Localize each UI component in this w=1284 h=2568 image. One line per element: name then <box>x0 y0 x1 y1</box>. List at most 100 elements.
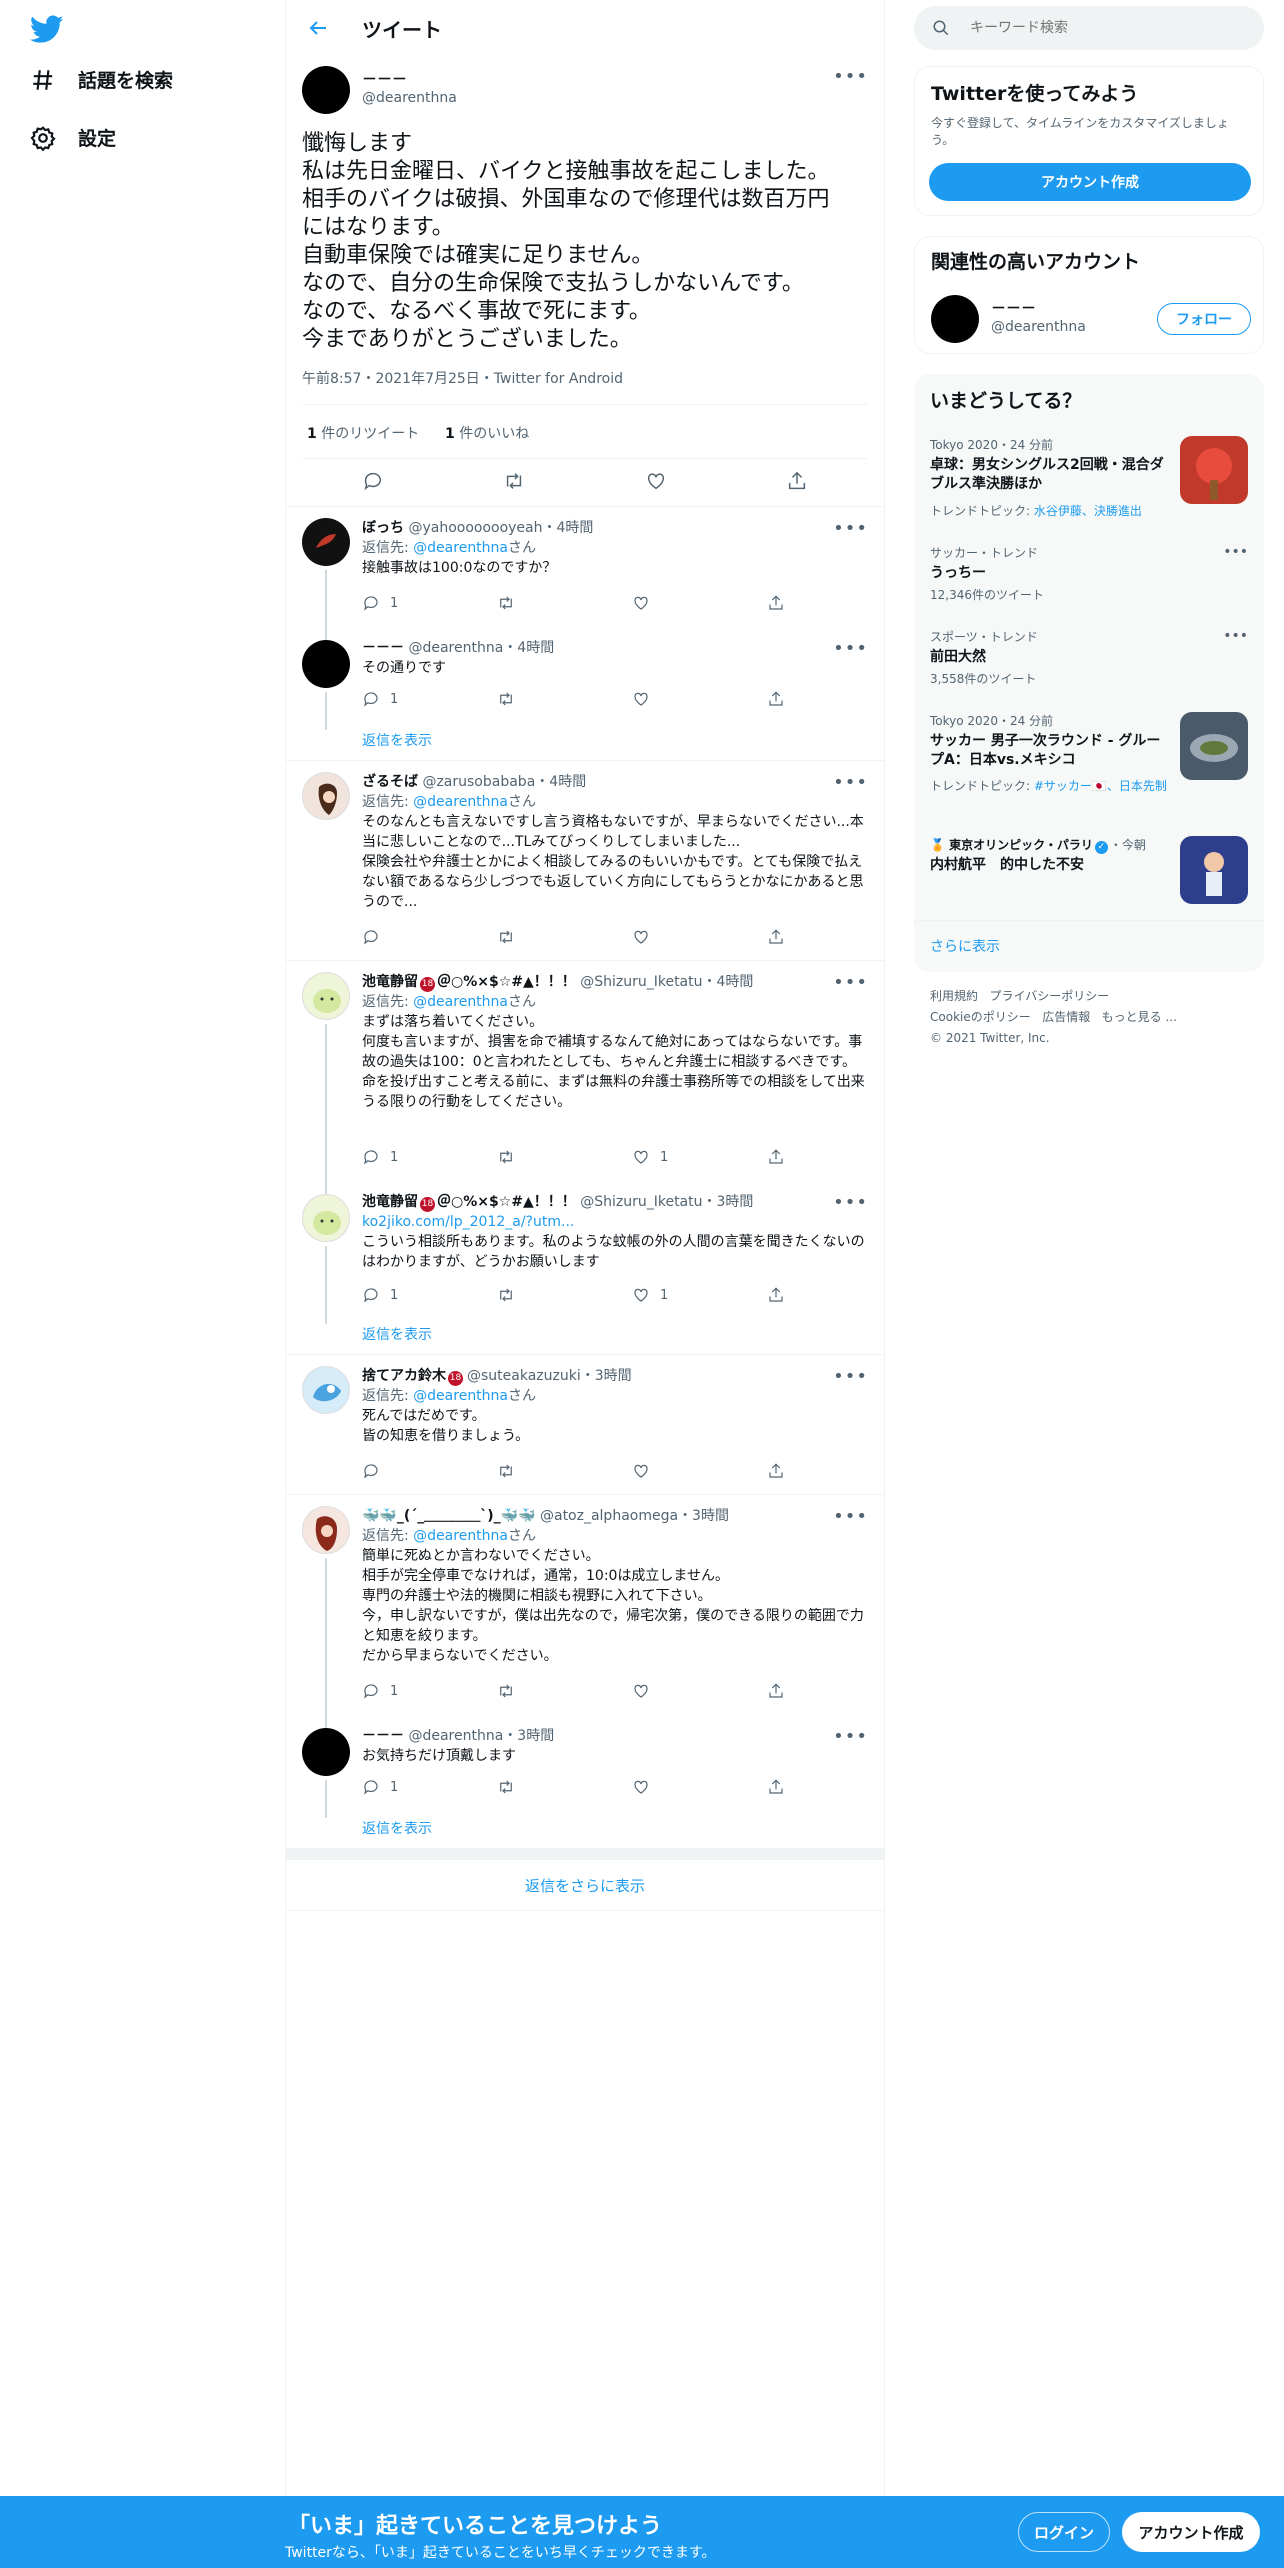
reply-avatar[interactable] <box>302 1366 350 1414</box>
reply-name-suffix[interactable]: ＠○%×$☆#▲！！！ <box>437 1194 576 1210</box>
reply-time[interactable]: ・3時間 <box>703 1194 754 1210</box>
trend-topic-link[interactable]: 水谷伊藤、決勝進出 <box>1034 504 1142 518</box>
share-button[interactable] <box>767 1148 902 1166</box>
share-icon[interactable] <box>786 470 808 492</box>
reply-time[interactable]: ・3時間 <box>581 1368 632 1384</box>
retweet-button[interactable] <box>497 690 632 708</box>
login-button[interactable]: ログイン <box>1018 2512 1110 2552</box>
show-more-replies-button[interactable]: 返信をさらに表示 <box>286 1860 884 1910</box>
reply-name[interactable]: 捨てアカ鈴木 <box>362 1368 446 1384</box>
more-icon[interactable]: ••• <box>833 1366 868 1387</box>
reply-name-suffix[interactable]: ＠○%×$☆#▲！！！ <box>437 974 576 990</box>
share-button[interactable] <box>767 594 902 612</box>
more-icon[interactable]: ••• <box>1223 628 1248 644</box>
reply-name[interactable]: －－－ <box>362 1728 404 1744</box>
related-name[interactable]: －－－ <box>991 297 1036 318</box>
show-replies-link[interactable]: 返信を表示 <box>362 730 432 750</box>
reply-to-link[interactable]: @dearenthna <box>413 794 508 810</box>
reply-avatar[interactable] <box>302 1728 350 1776</box>
reply-to-link[interactable]: @dearenthna <box>413 994 508 1010</box>
share-button[interactable] <box>767 690 902 708</box>
reply-avatar[interactable] <box>302 1194 350 1242</box>
privacy-link[interactable]: プライバシーポリシー <box>989 989 1109 1003</box>
trend-topic-link[interactable]: #サッカー🇯🇵、日本先制 <box>1034 779 1167 793</box>
external-link[interactable]: ko2jiko.com/lp_2012_a/?utm... <box>362 1212 867 1232</box>
follow-button[interactable]: フォロー <box>1157 303 1251 335</box>
reply-tweet[interactable]: 池竜静留 18 ＠○%×$☆#▲！！！ @Shizuru_Iketatu・3時間 k… <box>286 1180 884 1354</box>
reply-name[interactable]: 🐳🐳_(´_＿＿＿＿`)_🐳🐳 <box>362 1508 536 1524</box>
like-button[interactable] <box>632 594 767 612</box>
more-icon[interactable]: ••• <box>833 638 868 659</box>
reply-name[interactable]: －－－ <box>362 640 404 656</box>
reply-handle[interactable]: @Shizuru_Iketatu <box>580 1194 702 1210</box>
more-icon[interactable]: ••• <box>833 1726 868 1747</box>
reply-icon[interactable] <box>362 470 384 492</box>
like-button[interactable]: 1 <box>632 1286 767 1304</box>
reply-button[interactable]: 1 <box>362 690 497 708</box>
like-button[interactable] <box>632 1778 767 1796</box>
reply-tweet[interactable]: ざるそば @zarusobababa・4時間 返信先: @dearenthnaさ… <box>286 760 884 960</box>
more-icon[interactable]: ••• <box>833 772 868 793</box>
share-button[interactable] <box>767 1778 902 1796</box>
reply-button[interactable]: 1 <box>362 1148 497 1166</box>
retweet-button[interactable] <box>497 594 632 612</box>
reply-avatar[interactable] <box>302 518 350 566</box>
trend-item[interactable]: スポーツ・トレンド 前田大然 3,558件のツイート ••• <box>914 628 1264 692</box>
nav-settings[interactable]: 設定 <box>30 124 116 151</box>
retweet-button[interactable] <box>497 1286 632 1304</box>
reply-button[interactable]: 1 <box>362 1286 497 1304</box>
reply-button[interactable] <box>362 928 497 946</box>
author-name[interactable]: －－－ <box>362 68 407 89</box>
trend-item[interactable]: Tokyo 2020・24 分前 サッカー 男子一次ラウンド - グループA：日… <box>914 712 1264 812</box>
terms-link[interactable]: 利用規約 <box>930 989 978 1003</box>
tweet-meta[interactable]: 午前8:57・2021年7月25日・Twitter for Android <box>302 368 623 388</box>
show-more-trends-link[interactable]: さらに表示 <box>930 936 1000 956</box>
reply-tweet[interactable]: ぼっち @yahoooooooyeah・4時間 返信先: @dearenthna… <box>286 506 884 630</box>
reply-name[interactable]: 池竜静留 <box>362 1194 418 1210</box>
reply-tweet[interactable]: －－－ @dearenthna・3時間 お気持ちだけ頂戴します ••• 1 返信… <box>286 1714 884 1848</box>
reply-handle[interactable]: @suteakazuzuki <box>467 1368 581 1384</box>
retweet-icon[interactable] <box>503 470 525 492</box>
reply-time[interactable]: ・3時間 <box>503 1728 554 1744</box>
more-icon[interactable]: ••• <box>833 972 868 993</box>
reply-handle[interactable]: @Shizuru_Iketatu <box>580 974 702 990</box>
reply-button[interactable]: 1 <box>362 594 497 612</box>
reply-button[interactable] <box>362 1462 497 1480</box>
retweet-stat[interactable]: 1 件のリツイート <box>307 423 419 443</box>
reply-time[interactable]: ・4時間 <box>543 520 594 536</box>
reply-handle[interactable]: @dearenthna <box>408 640 503 656</box>
reply-button[interactable]: 1 <box>362 1682 497 1700</box>
search-input[interactable] <box>968 19 1248 37</box>
search-bar[interactable] <box>914 6 1264 50</box>
reply-time[interactable]: ・4時間 <box>703 974 754 990</box>
share-button[interactable] <box>767 1682 902 1700</box>
like-button[interactable] <box>632 1682 767 1700</box>
more-icon[interactable]: ••• <box>833 518 868 539</box>
like-button[interactable]: 1 <box>632 1148 767 1166</box>
like-button[interactable] <box>632 690 767 708</box>
reply-time[interactable]: ・4時間 <box>503 640 554 656</box>
reply-name[interactable]: 池竜静留 <box>362 974 418 990</box>
reply-avatar[interactable] <box>302 640 350 688</box>
reply-tweet[interactable]: －－－ @dearenthna・4時間 その通りです ••• 1 返信を表示 <box>286 626 884 760</box>
show-replies-link[interactable]: 返信を表示 <box>362 1818 432 1838</box>
retweet-button[interactable] <box>497 1462 632 1480</box>
nav-explore[interactable]: 話題を検索 <box>30 66 173 93</box>
more-icon[interactable]: ••• <box>833 66 868 87</box>
reply-handle[interactable]: @zarusobababa <box>422 774 535 790</box>
reply-handle[interactable]: @yahoooooooyeah <box>408 520 542 536</box>
trend-item[interactable]: サッカー・トレンド うっちー 12,346件のツイート ••• <box>914 544 1264 608</box>
reply-handle[interactable]: @dearenthna <box>408 1728 503 1744</box>
create-account-button[interactable]: アカウント作成 <box>929 163 1251 201</box>
more-link[interactable]: もっと見る ... <box>1102 1010 1177 1024</box>
more-icon[interactable]: ••• <box>1223 544 1248 560</box>
reply-to-link[interactable]: @dearenthna <box>413 1388 508 1404</box>
like-button[interactable] <box>632 1462 767 1480</box>
reply-tweet[interactable]: 捨てアカ鈴木 18 @suteakazuzuki・3時間 返信先: @dearent… <box>286 1354 884 1494</box>
twitter-logo-icon[interactable] <box>29 12 64 46</box>
reply-to-link[interactable]: @dearenthna <box>413 1528 508 1544</box>
reply-tweet[interactable]: 🐳🐳_(´_＿＿＿＿`)_🐳🐳 @atoz_alphaomega・3時間 返信先… <box>286 1494 884 1718</box>
cookie-link[interactable]: Cookieのポリシー <box>930 1010 1031 1024</box>
more-icon[interactable]: ••• <box>833 1506 868 1527</box>
reply-name[interactable]: ざるそば <box>362 774 418 790</box>
